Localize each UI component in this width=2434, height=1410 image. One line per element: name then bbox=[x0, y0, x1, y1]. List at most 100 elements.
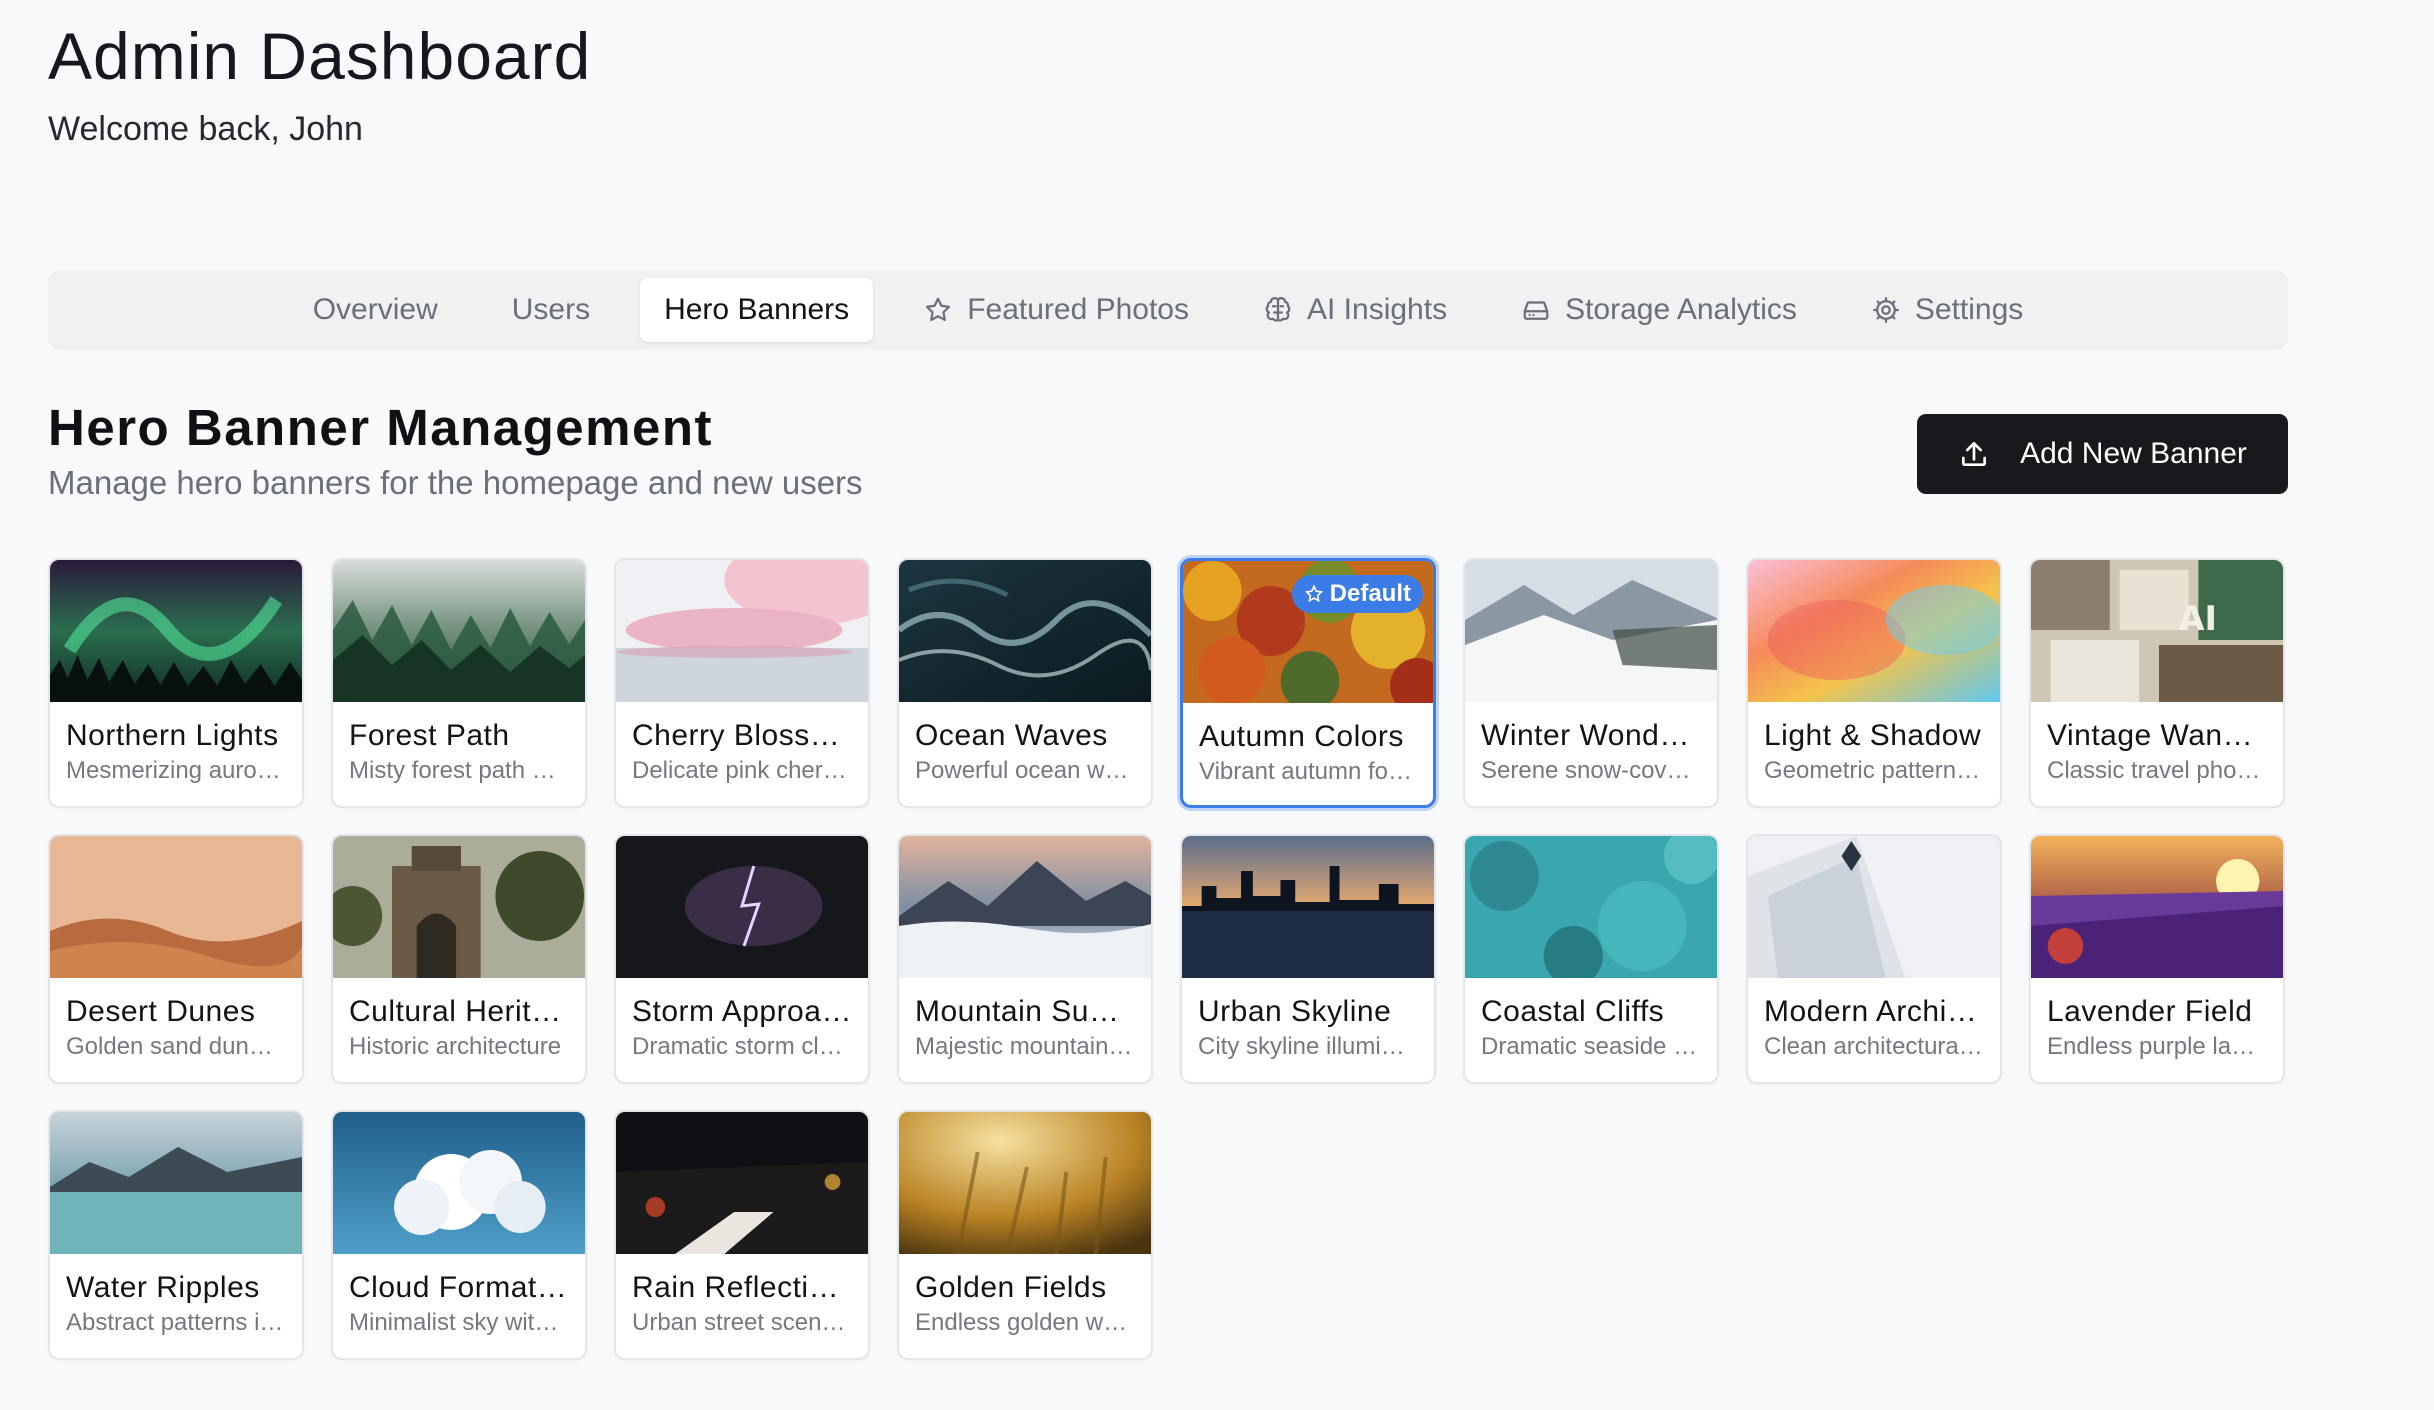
banner-thumbnail bbox=[2031, 836, 2283, 978]
tab-label: Hero Banners bbox=[664, 293, 850, 326]
banner-card[interactable]: Mountain Summit Majestic mountain peaks bbox=[897, 834, 1153, 1084]
tab-bar: Overview Users Hero Banners Featured Photos… bbox=[48, 270, 2288, 350]
banner-card[interactable]: Desert Dunes Golden sand dunes at sunset bbox=[48, 834, 304, 1084]
banner-title: Light & Shadow bbox=[1764, 719, 1982, 752]
banner-description: Urban street scene at night bbox=[632, 1309, 852, 1336]
banner-card[interactable]: Cherry Blossoms Delicate pink cherry blos… bbox=[614, 558, 870, 808]
tab-hero-banners[interactable]: Hero Banners bbox=[640, 278, 874, 342]
banner-card[interactable]: Cultural Heritage Historic architecture bbox=[331, 834, 587, 1084]
banner-description: Minimalist sky with clouds bbox=[349, 1309, 569, 1336]
banner-thumbnail bbox=[616, 560, 868, 702]
banner-card[interactable]: Winter Wonderland Serene snow-covered lan… bbox=[1463, 558, 1719, 808]
hard-drive-icon bbox=[1523, 301, 1549, 320]
banner-card[interactable]: Modern Architecture Clean architectural l… bbox=[1746, 834, 2002, 1084]
banner-card[interactable]: Default Autumn Colors Vibrant autumn folia… bbox=[1180, 558, 1436, 808]
section-subtitle: Manage hero banners for the homepage and… bbox=[48, 464, 863, 501]
tab-featured-photos[interactable]: Featured Photos bbox=[899, 278, 1213, 342]
banner-description: Classic travel photography bbox=[2047, 757, 2267, 784]
banner-card[interactable]: Ocean Waves Powerful ocean waves bbox=[897, 558, 1153, 808]
banner-thumbnail bbox=[1465, 560, 1717, 702]
admin-dashboard-page: Admin Dashboard Welcome back, John Overv… bbox=[0, 0, 2434, 1410]
banner-card[interactable]: Water Ripples Abstract patterns in water bbox=[48, 1110, 304, 1360]
banner-card-body: Northern Lights Mesmerizing aurora boreal… bbox=[50, 702, 302, 786]
banner-card[interactable]: Northern Lights Mesmerizing aurora boreal… bbox=[48, 558, 304, 808]
banner-grid: Northern Lights Mesmerizing aurora boreal… bbox=[48, 558, 2285, 1360]
banner-card[interactable]: Lavender Field Endless purple lavender bbox=[2029, 834, 2285, 1084]
default-badge-label: Default bbox=[1329, 580, 1411, 607]
banner-title: Golden Fields bbox=[915, 1271, 1107, 1304]
banner-title: Cherry Blossoms bbox=[632, 719, 852, 752]
tab-storage-analytics[interactable]: Storage Analytics bbox=[1497, 278, 1821, 342]
banner-card[interactable]: AI Vintage Wanderlust Classic travel photo… bbox=[2029, 558, 2285, 808]
banner-card-body: Rain Reflections Urban street scene at ni… bbox=[616, 1254, 868, 1338]
section-title: Hero Banner Management bbox=[48, 399, 713, 456]
banner-title: Cloud Formations bbox=[349, 1271, 569, 1304]
banner-card-body: Autumn Colors Vibrant autumn foliage bbox=[1183, 703, 1433, 787]
banner-description: Geometric patterns of light bbox=[1764, 757, 1984, 784]
banner-description: Dramatic storm clouds bbox=[632, 1033, 852, 1060]
banner-title: Modern Architecture bbox=[1764, 995, 1984, 1028]
banner-card-body: Water Ripples Abstract patterns in water bbox=[50, 1254, 302, 1338]
banner-title: Northern Lights bbox=[66, 719, 279, 752]
banner-card-body: Urban Skyline City skyline illuminated bbox=[1182, 978, 1434, 1062]
banner-card[interactable]: Forest Path Misty forest path at dawn bbox=[331, 558, 587, 808]
banner-title: Autumn Colors bbox=[1199, 720, 1404, 753]
banner-description: Mesmerizing aurora borealis bbox=[66, 757, 286, 784]
banner-description: Delicate pink cherry blossoms bbox=[632, 757, 852, 784]
banner-description: Endless purple lavender bbox=[2047, 1033, 2267, 1060]
banner-title: Cultural Heritage bbox=[349, 995, 569, 1028]
banner-description: Clean architectural lines bbox=[1764, 1033, 1984, 1060]
banner-title: Winter Wonderland bbox=[1481, 719, 1701, 752]
banner-title: Lavender Field bbox=[2047, 995, 2253, 1028]
banner-title: Storm Approaching bbox=[632, 995, 852, 1028]
banner-description: Majestic mountain peaks bbox=[915, 1033, 1135, 1060]
banner-title: Desert Dunes bbox=[66, 995, 256, 1028]
gear-icon bbox=[1872, 297, 1899, 323]
tab-overview[interactable]: Overview bbox=[289, 278, 462, 342]
banner-card-body: Golden Fields Endless golden wheat bbox=[899, 1254, 1151, 1338]
banner-card-body: Storm Approaching Dramatic storm clouds bbox=[616, 978, 868, 1062]
banner-card[interactable]: Golden Fields Endless golden wheat bbox=[897, 1110, 1153, 1360]
banner-card-body: Vintage Wanderlust Classic travel photogr… bbox=[2031, 702, 2283, 786]
banner-card[interactable]: Cloud Formations Minimalist sky with clou… bbox=[331, 1110, 587, 1360]
tab-label: Users bbox=[511, 293, 591, 326]
banner-card[interactable]: Rain Reflections Urban street scene at ni… bbox=[614, 1110, 870, 1360]
banner-title: Urban Skyline bbox=[1198, 995, 1392, 1028]
tab-label: AI Insights bbox=[1307, 293, 1448, 326]
add-new-banner-button[interactable]: Add New Banner bbox=[1917, 414, 2288, 494]
star-icon bbox=[926, 297, 951, 321]
banner-card[interactable]: Urban Skyline City skyline illuminated bbox=[1180, 834, 1436, 1084]
banner-thumbnail bbox=[333, 836, 585, 978]
banner-description: Golden sand dunes at sunset bbox=[66, 1033, 286, 1060]
tab-label: Overview bbox=[312, 293, 438, 326]
banner-card-body: Mountain Summit Majestic mountain peaks bbox=[899, 978, 1151, 1062]
banner-description: Abstract patterns in water bbox=[66, 1309, 286, 1336]
banner-card[interactable]: Storm Approaching Dramatic storm clouds bbox=[614, 834, 870, 1084]
banner-description: Misty forest path at dawn bbox=[349, 757, 569, 784]
banner-thumbnail bbox=[1748, 560, 2000, 702]
banner-title: Ocean Waves bbox=[915, 719, 1108, 752]
tab-settings[interactable]: Settings bbox=[1847, 278, 2047, 342]
banner-description: Powerful ocean waves bbox=[915, 757, 1135, 784]
banner-thumbnail bbox=[616, 1112, 868, 1254]
star-icon bbox=[1304, 584, 1323, 603]
banner-card[interactable]: Coastal Cliffs Dramatic seaside cliffs bbox=[1463, 834, 1719, 1084]
banner-thumbnail: AI bbox=[2031, 560, 2283, 702]
banner-thumbnail bbox=[1465, 836, 1717, 978]
banner-card[interactable]: Light & Shadow Geometric patterns of ligh… bbox=[1746, 558, 2002, 808]
banner-thumbnail bbox=[50, 560, 302, 702]
banner-card-body: Cherry Blossoms Delicate pink cherry blos… bbox=[616, 702, 868, 786]
banner-card-body: Winter Wonderland Serene snow-covered lan… bbox=[1465, 702, 1717, 786]
upload-icon bbox=[1962, 442, 1987, 466]
brain-icon bbox=[1265, 297, 1291, 322]
tab-label: Featured Photos bbox=[967, 293, 1189, 326]
tab-users[interactable]: Users bbox=[488, 278, 614, 342]
banner-title: Rain Reflections bbox=[632, 1271, 852, 1304]
banner-thumbnail bbox=[333, 560, 585, 702]
banner-card-body: Desert Dunes Golden sand dunes at sunset bbox=[50, 978, 302, 1062]
banner-card-body: Light & Shadow Geometric patterns of ligh… bbox=[1748, 702, 2000, 786]
banner-title: Vintage Wanderlust bbox=[2047, 719, 2267, 752]
banner-title: Forest Path bbox=[349, 719, 510, 752]
banner-card-body: Modern Architecture Clean architectural l… bbox=[1748, 978, 2000, 1062]
tab-ai-insights[interactable]: AI Insights bbox=[1239, 278, 1471, 342]
